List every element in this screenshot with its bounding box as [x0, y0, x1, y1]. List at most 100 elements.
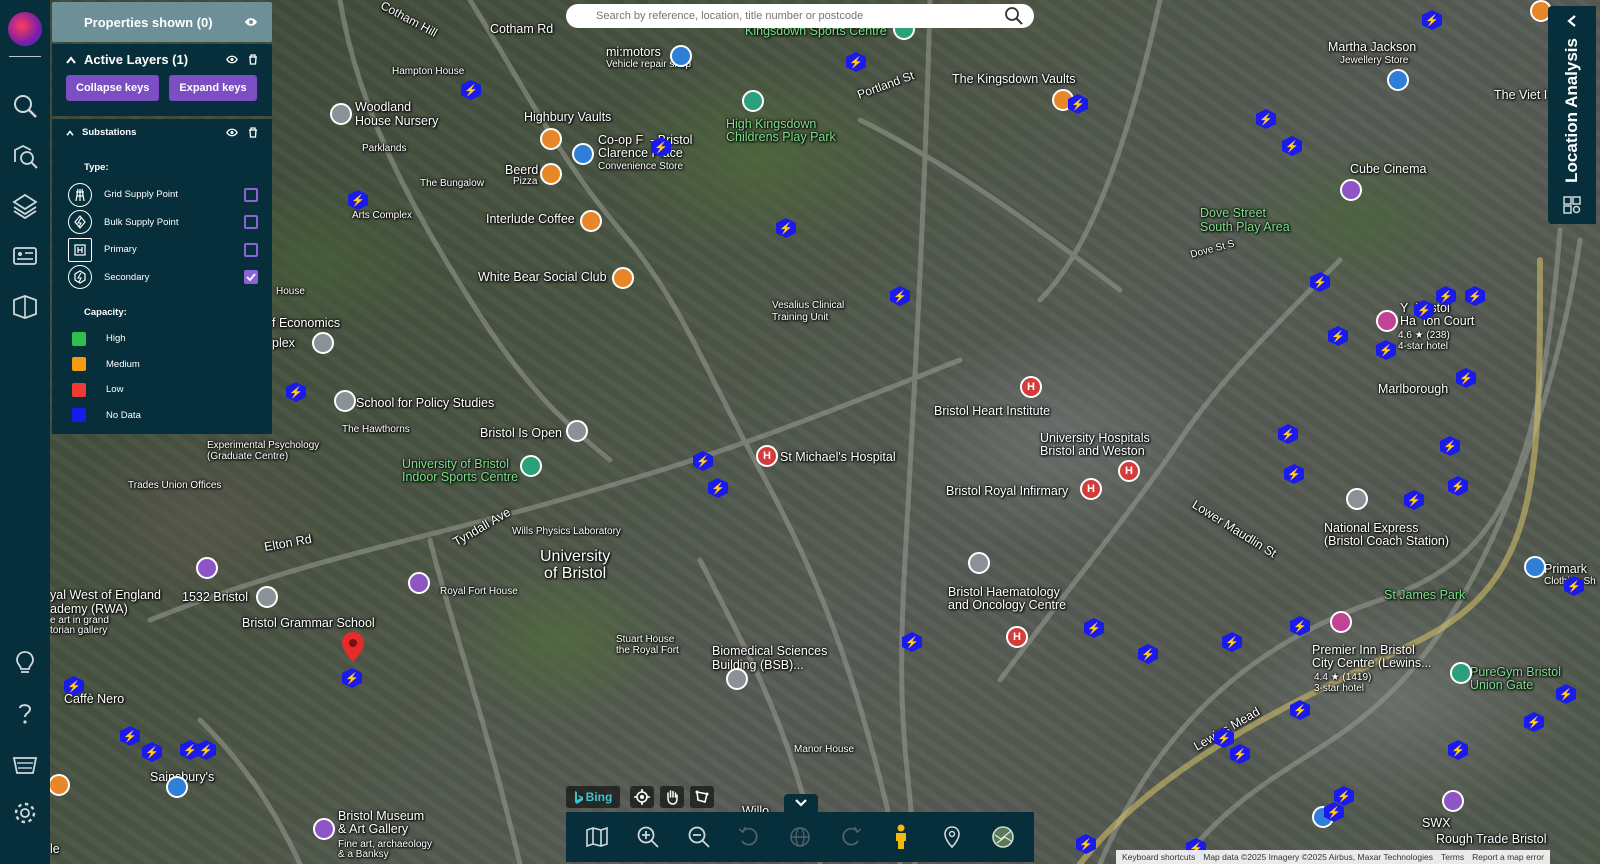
analysis-grid-icon[interactable]: [1562, 195, 1582, 215]
coffee-pin[interactable]: [580, 210, 602, 232]
place-pin[interactable]: [256, 586, 278, 608]
secondary-checkbox[interactable]: [244, 270, 258, 285]
map-attribution: Keyboard shortcuts Map data ©2025 Imager…: [1116, 850, 1550, 864]
chevron-up-icon[interactable]: [66, 55, 76, 64]
gallery-pin[interactable]: [408, 572, 430, 594]
properties-shown-bar[interactable]: Properties shown (0): [52, 2, 272, 42]
supermarket-pin[interactable]: [166, 776, 188, 798]
school-pin[interactable]: [312, 332, 334, 354]
collapse-keys-button[interactable]: Collapse keys: [66, 75, 160, 101]
settings-nav-button[interactable]: [8, 796, 42, 830]
convenience-store-pin[interactable]: [572, 143, 594, 165]
rotate-left-button[interactable]: [732, 820, 766, 854]
music-venue-pin[interactable]: [1442, 790, 1464, 812]
expand-keys-button[interactable]: Expand keys: [169, 75, 257, 101]
hotel-pin[interactable]: [1376, 310, 1398, 332]
chevron-up-icon[interactable]: [66, 129, 74, 136]
map-label: Cube Cinema: [1350, 162, 1427, 176]
map-label: The Hawthorns: [342, 424, 410, 435]
eye-icon[interactable]: [244, 17, 258, 27]
area-search-nav-button[interactable]: [8, 139, 42, 173]
substation-type-row[interactable]: Secondary: [66, 264, 258, 292]
search-icon[interactable]: [1004, 6, 1024, 26]
pub-pin[interactable]: [540, 128, 562, 150]
hospital-pin[interactable]: H: [1006, 626, 1028, 648]
trash-icon[interactable]: [248, 127, 258, 138]
sports-centre-pin[interactable]: [520, 455, 542, 477]
draw-area-button[interactable]: [690, 786, 714, 808]
location-analysis-label: Location Analysis: [1562, 38, 1581, 183]
social-club-pin[interactable]: [612, 267, 634, 289]
gallery-pin[interactable]: [196, 557, 218, 579]
report-map-error-link[interactable]: Report a map error: [1472, 852, 1544, 862]
reports-nav-button[interactable]: [8, 239, 42, 273]
jewellery-store-pin[interactable]: [1387, 69, 1409, 91]
hospital-pin[interactable]: H: [1020, 376, 1042, 398]
draw-polygon-icon: [695, 790, 709, 803]
search-nav-button[interactable]: [8, 89, 42, 123]
search-input[interactable]: [596, 10, 1004, 22]
type-heading: Type:: [84, 162, 109, 173]
bulk-supply-point-checkbox[interactable]: [244, 215, 258, 230]
hospital-pin[interactable]: H: [1080, 478, 1102, 500]
3d-globe-button[interactable]: [783, 820, 817, 854]
cafe-pin[interactable]: [48, 774, 70, 796]
place-pin[interactable]: [968, 552, 990, 574]
park-pin[interactable]: [742, 90, 764, 112]
map-view-button[interactable]: [580, 820, 614, 854]
museum-pin[interactable]: [313, 818, 335, 840]
satellite-map-icon: [991, 826, 1014, 848]
keyboard-shortcuts-link[interactable]: Keyboard shortcuts: [1122, 852, 1195, 862]
pan-tool-button[interactable]: [660, 786, 684, 808]
toolbar-toggle-button[interactable]: [784, 794, 818, 812]
basket-nav-button[interactable]: [8, 746, 42, 780]
rotate-right-button[interactable]: [834, 820, 868, 854]
substations-title: Substations: [82, 127, 137, 138]
school-pin[interactable]: [334, 390, 356, 412]
chevron-down-icon: [795, 799, 807, 807]
map-label: 4.4 ★ (1419) 3-star hotel: [1314, 672, 1372, 694]
primary-checkbox[interactable]: [244, 242, 258, 257]
map-book-icon: [13, 295, 37, 319]
place-pin[interactable]: [726, 668, 748, 690]
selected-location-pin[interactable]: [342, 632, 364, 662]
zoom-in-button[interactable]: [631, 820, 665, 854]
repair-shop-pin[interactable]: [670, 45, 692, 67]
hospital-pin[interactable]: H: [1118, 460, 1140, 482]
locate-me-button[interactable]: [630, 786, 654, 808]
location-analysis-tab[interactable]: Location Analysis: [1548, 6, 1596, 224]
tips-nav-button[interactable]: [8, 646, 42, 680]
gym-pin[interactable]: [1450, 662, 1472, 684]
medium-capacity-swatch: [72, 357, 86, 372]
grid-supply-point-checkbox[interactable]: [244, 187, 258, 202]
layers-nav-button[interactable]: [8, 189, 42, 223]
chevron-left-icon[interactable]: [1566, 14, 1578, 28]
substation-type-row[interactable]: Grid Supply Point: [66, 181, 258, 209]
eye-icon[interactable]: [226, 128, 238, 137]
drop-pin-button[interactable]: [935, 820, 969, 854]
eye-icon[interactable]: [226, 55, 238, 64]
basemap-toggle-button[interactable]: [986, 820, 1020, 854]
shop-pin[interactable]: [1524, 556, 1546, 578]
app-logo[interactable]: [8, 12, 42, 46]
map-label: High Kingsdown Childrens Play Park: [726, 117, 836, 144]
hospital-pin[interactable]: H: [756, 445, 778, 467]
nursery-pin[interactable]: [330, 103, 352, 125]
terms-link[interactable]: Terms: [1441, 852, 1464, 862]
cinema-pin[interactable]: [1340, 179, 1362, 201]
hotel-pin[interactable]: [1330, 611, 1352, 633]
zoom-out-button[interactable]: [682, 820, 716, 854]
capacity-row: Medium: [66, 352, 258, 378]
map-tools-nav-button[interactable]: [8, 289, 42, 323]
substation-type-row[interactable]: Primary: [66, 236, 258, 264]
map-label: mi:motors: [606, 45, 661, 59]
search-bar[interactable]: [566, 4, 1034, 28]
rotate-right-icon: [842, 826, 862, 846]
pizza-pin[interactable]: [540, 163, 562, 185]
substation-type-row[interactable]: Bulk Supply Point: [66, 209, 258, 237]
place-pin[interactable]: [566, 420, 588, 442]
coach-station-pin[interactable]: [1346, 488, 1368, 510]
help-nav-button[interactable]: [8, 696, 42, 730]
street-view-button[interactable]: [884, 820, 918, 854]
trash-icon[interactable]: [248, 54, 258, 65]
